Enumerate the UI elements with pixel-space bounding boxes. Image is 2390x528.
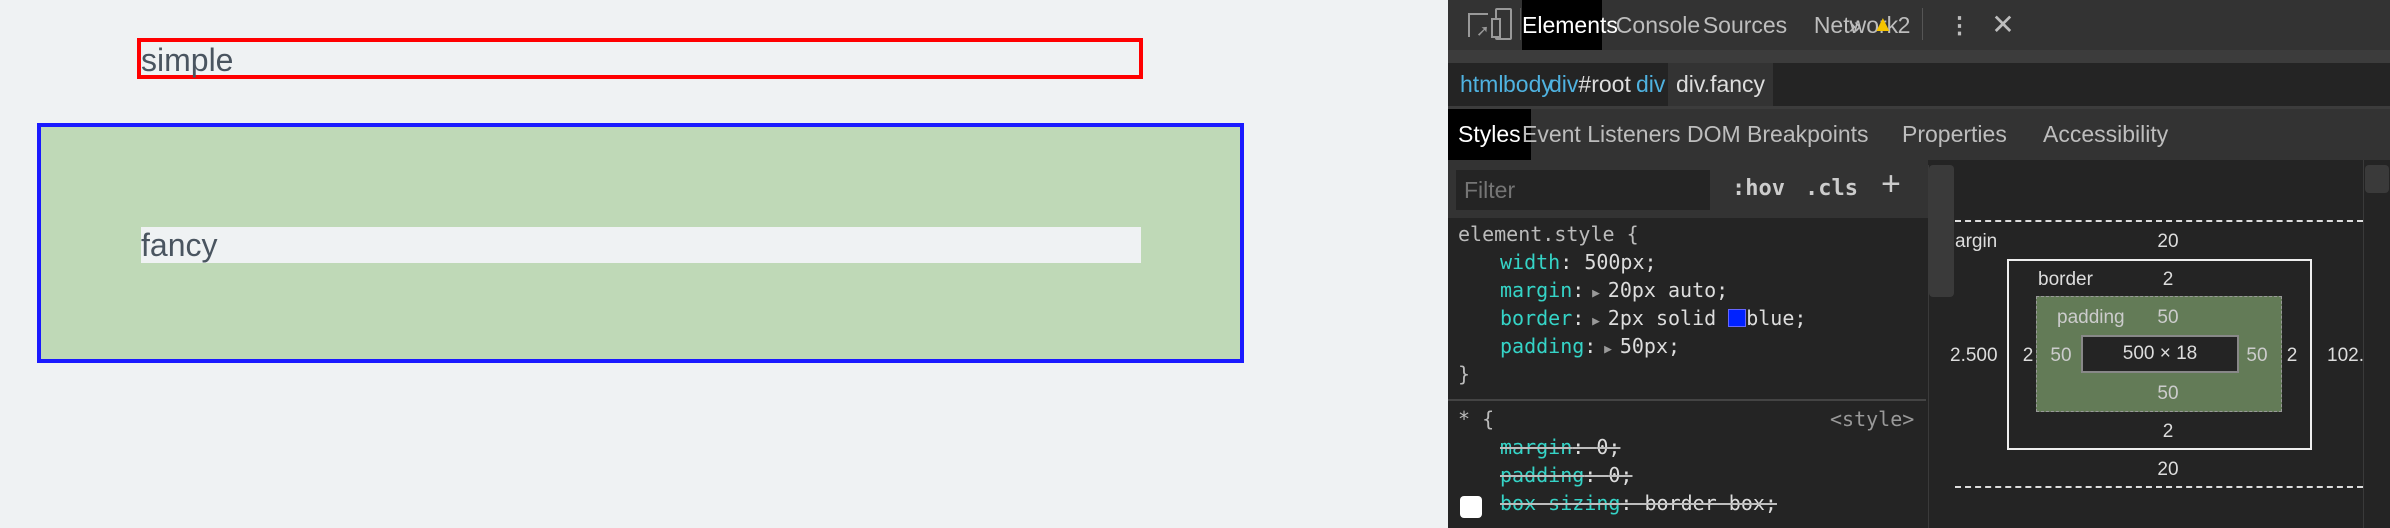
- expand-triangle-icon[interactable]: ▶: [1596, 342, 1619, 357]
- simple-div: simple: [137, 38, 1143, 79]
- property-value[interactable]: 500px;: [1584, 250, 1656, 274]
- close-icon[interactable]: ✕: [1988, 0, 2018, 50]
- content-box-size[interactable]: 500 × 18: [2081, 335, 2239, 373]
- padding-left-value[interactable]: 50: [2046, 345, 2076, 367]
- divider: [1448, 399, 1926, 401]
- margin-box-bottom-line: [1955, 486, 2363, 488]
- simple-text: simple: [141, 42, 234, 78]
- fancy-div: fancy: [37, 123, 1244, 363]
- property-value[interactable]: 0;: [1608, 463, 1632, 487]
- property-name[interactable]: margin: [1500, 278, 1572, 302]
- star-rule-selector: * {: [1458, 407, 1495, 431]
- style-rule[interactable]: padding: ▶ 50px;: [1500, 332, 1680, 364]
- property-value-color[interactable]: blue;: [1746, 306, 1806, 330]
- style-rule-overridden[interactable]: box-sizing: border-box;: [1500, 489, 1777, 517]
- rule-source-link[interactable]: <style>: [1830, 405, 1914, 433]
- subtab-event-listeners[interactable]: Event Listeners: [1512, 109, 1691, 160]
- breadcrumb-div[interactable]: div: [1630, 63, 1671, 106]
- breadcrumb-div-fancy[interactable]: div.fancy: [1668, 63, 1774, 106]
- box-model-scrollbar[interactable]: [2363, 160, 2390, 528]
- element-style-selector: element.style {: [1458, 222, 1639, 246]
- padding-right-value[interactable]: 50: [2242, 345, 2272, 367]
- border-top-value[interactable]: 2: [2153, 269, 2183, 291]
- margin-label: argin: [1955, 231, 1998, 252]
- padding-bottom-value[interactable]: 50: [2148, 383, 2188, 405]
- fancy-text: fancy: [141, 227, 1141, 263]
- breadcrumb-tag: div: [1549, 71, 1579, 97]
- property-value[interactable]: 0;: [1596, 435, 1620, 459]
- padding-top-value[interactable]: 50: [2148, 307, 2188, 329]
- sidebar-tabs: Styles Event Listeners DOM Breakpoints P…: [1448, 109, 2390, 160]
- property-name[interactable]: box-sizing: [1500, 491, 1620, 515]
- breadcrumb-div-root[interactable]: div#root: [1543, 63, 1631, 106]
- margin-bottom-value[interactable]: 20: [2143, 459, 2193, 481]
- cls-button[interactable]: .cls: [1805, 175, 1858, 203]
- subtab-accessibility[interactable]: Accessibility: [2033, 109, 2178, 160]
- property-checkbox[interactable]: [1460, 496, 1482, 518]
- new-rule-button[interactable]: +: [1881, 165, 1901, 204]
- divider: [1922, 8, 1923, 40]
- expand-triangle-icon[interactable]: ▶: [1584, 314, 1607, 329]
- property-value[interactable]: 50px;: [1620, 334, 1680, 358]
- margin-left-value[interactable]: 2.500: [1950, 345, 1998, 367]
- warning-count[interactable]: 2: [1894, 0, 1914, 50]
- inspect-element-icon[interactable]: ➚: [1468, 13, 1489, 40]
- scrollbar-thumb[interactable]: [1929, 165, 1954, 297]
- border-right-value[interactable]: 2: [2282, 345, 2302, 367]
- property-name[interactable]: padding: [1500, 334, 1584, 358]
- devtools-panel: ➚ Elements Console Sources Network » ▲ 2…: [1448, 0, 2390, 528]
- scrollbar-thumb[interactable]: [2365, 165, 2389, 193]
- breadcrumb-id: #root: [1578, 71, 1631, 97]
- tab-elements[interactable]: Elements: [1522, 0, 1618, 50]
- subtab-properties[interactable]: Properties: [1892, 109, 2017, 160]
- more-tabs-button[interactable]: »: [1840, 0, 1870, 50]
- divider: [1520, 8, 1521, 40]
- margin-top-value[interactable]: 20: [2143, 231, 2193, 253]
- property-value[interactable]: 20px auto;: [1608, 278, 1728, 302]
- margin-right-value[interactable]: 102.5: [2327, 345, 2363, 367]
- device-toolbar-icon-small: [1491, 18, 1501, 38]
- border-left-value[interactable]: 2: [2018, 345, 2038, 367]
- devtools-toolbar: ➚ Elements Console Sources Network » ▲ 2…: [1448, 0, 2390, 50]
- rule-close-brace: }: [1458, 362, 1471, 386]
- breadcrumb: html body div#root div div.fancy: [1448, 63, 2390, 109]
- dom-tree-scroll-strip: [1448, 50, 2390, 63]
- expand-triangle-icon[interactable]: ▶: [1584, 286, 1607, 301]
- property-name[interactable]: width: [1500, 250, 1560, 274]
- menu-kebab-icon[interactable]: ⋮: [1948, 0, 1971, 50]
- property-name[interactable]: padding: [1500, 463, 1584, 487]
- border-bottom-value[interactable]: 2: [2153, 421, 2183, 443]
- property-value[interactable]: border-box;: [1645, 491, 1777, 515]
- warning-icon[interactable]: ▲: [1872, 11, 1894, 37]
- padding-label: padding: [2057, 307, 2125, 328]
- style-rule[interactable]: width: 500px;: [1500, 248, 1657, 276]
- style-rule-overridden[interactable]: padding: 0;: [1500, 461, 1632, 489]
- tab-sources[interactable]: Sources: [1690, 0, 1800, 50]
- style-rule-overridden[interactable]: margin: 0;: [1500, 433, 1620, 461]
- subtab-dom-breakpoints[interactable]: DOM Breakpoints: [1677, 109, 1879, 160]
- property-name[interactable]: border: [1500, 306, 1572, 330]
- filter-input[interactable]: [1456, 170, 1710, 210]
- color-swatch[interactable]: [1728, 309, 1747, 327]
- border-label: border: [2038, 269, 2093, 290]
- margin-box-top-line: [1955, 220, 2363, 222]
- property-value[interactable]: 2px solid: [1608, 306, 1716, 330]
- hov-button[interactable]: :hov: [1732, 175, 1785, 203]
- property-name[interactable]: margin: [1500, 435, 1572, 459]
